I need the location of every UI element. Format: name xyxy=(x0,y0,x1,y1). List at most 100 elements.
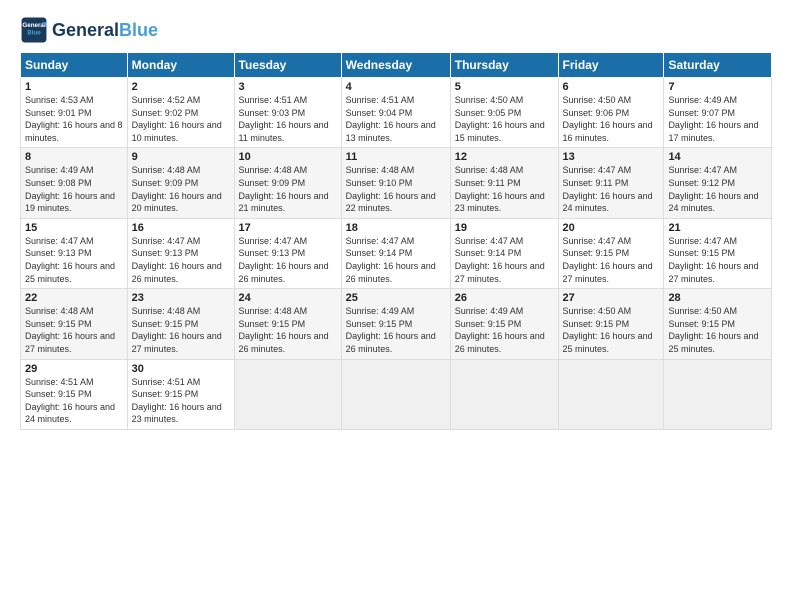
calendar-week-row: 15Sunrise: 4:47 AMSunset: 9:13 PMDayligh… xyxy=(21,218,772,288)
day-info: Sunrise: 4:47 AMSunset: 9:11 PMDaylight:… xyxy=(563,164,660,214)
day-info: Sunrise: 4:48 AMSunset: 9:10 PMDaylight:… xyxy=(346,164,446,214)
calendar-cell: 10Sunrise: 4:48 AMSunset: 9:09 PMDayligh… xyxy=(234,148,341,218)
calendar-cell: 12Sunrise: 4:48 AMSunset: 9:11 PMDayligh… xyxy=(450,148,558,218)
day-info: Sunrise: 4:47 AMSunset: 9:12 PMDaylight:… xyxy=(668,164,767,214)
calendar-week-row: 29Sunrise: 4:51 AMSunset: 9:15 PMDayligh… xyxy=(21,359,772,429)
calendar-cell: 17Sunrise: 4:47 AMSunset: 9:13 PMDayligh… xyxy=(234,218,341,288)
day-info: Sunrise: 4:53 AMSunset: 9:01 PMDaylight:… xyxy=(25,94,123,144)
calendar-cell xyxy=(558,359,664,429)
day-info: Sunrise: 4:50 AMSunset: 9:06 PMDaylight:… xyxy=(563,94,660,144)
calendar-cell: 30Sunrise: 4:51 AMSunset: 9:15 PMDayligh… xyxy=(127,359,234,429)
day-number: 10 xyxy=(239,151,337,163)
calendar-week-row: 8Sunrise: 4:49 AMSunset: 9:08 PMDaylight… xyxy=(21,148,772,218)
day-number: 2 xyxy=(132,81,230,93)
calendar-cell: 24Sunrise: 4:48 AMSunset: 9:15 PMDayligh… xyxy=(234,289,341,359)
day-number: 5 xyxy=(455,81,554,93)
day-number: 29 xyxy=(25,363,123,375)
calendar-header-row: SundayMondayTuesdayWednesdayThursdayFrid… xyxy=(21,53,772,78)
day-number: 17 xyxy=(239,222,337,234)
calendar-cell: 28Sunrise: 4:50 AMSunset: 9:15 PMDayligh… xyxy=(664,289,772,359)
calendar-cell: 2Sunrise: 4:52 AMSunset: 9:02 PMDaylight… xyxy=(127,78,234,148)
day-info: Sunrise: 4:50 AMSunset: 9:15 PMDaylight:… xyxy=(668,305,767,355)
weekday-header: Sunday xyxy=(21,53,128,78)
day-number: 27 xyxy=(563,292,660,304)
weekday-header: Monday xyxy=(127,53,234,78)
calendar-cell: 22Sunrise: 4:48 AMSunset: 9:15 PMDayligh… xyxy=(21,289,128,359)
weekday-header: Saturday xyxy=(664,53,772,78)
day-number: 15 xyxy=(25,222,123,234)
day-number: 1 xyxy=(25,81,123,93)
calendar-cell: 27Sunrise: 4:50 AMSunset: 9:15 PMDayligh… xyxy=(558,289,664,359)
page: General Blue GeneralBlue SundayMondayTue… xyxy=(0,0,792,612)
day-info: Sunrise: 4:47 AMSunset: 9:15 PMDaylight:… xyxy=(563,235,660,285)
logo-icon: General Blue xyxy=(20,16,48,44)
day-info: Sunrise: 4:48 AMSunset: 9:15 PMDaylight:… xyxy=(132,305,230,355)
svg-text:Blue: Blue xyxy=(27,30,41,37)
calendar-cell: 11Sunrise: 4:48 AMSunset: 9:10 PMDayligh… xyxy=(341,148,450,218)
day-number: 12 xyxy=(455,151,554,163)
day-number: 21 xyxy=(668,222,767,234)
day-info: Sunrise: 4:50 AMSunset: 9:15 PMDaylight:… xyxy=(563,305,660,355)
day-info: Sunrise: 4:49 AMSunset: 9:15 PMDaylight:… xyxy=(346,305,446,355)
day-number: 26 xyxy=(455,292,554,304)
logo: General Blue GeneralBlue xyxy=(20,16,158,44)
calendar-table: SundayMondayTuesdayWednesdayThursdayFrid… xyxy=(20,52,772,430)
day-number: 18 xyxy=(346,222,446,234)
calendar-cell xyxy=(664,359,772,429)
day-info: Sunrise: 4:50 AMSunset: 9:05 PMDaylight:… xyxy=(455,94,554,144)
day-info: Sunrise: 4:47 AMSunset: 9:15 PMDaylight:… xyxy=(668,235,767,285)
day-number: 11 xyxy=(346,151,446,163)
day-info: Sunrise: 4:47 AMSunset: 9:13 PMDaylight:… xyxy=(132,235,230,285)
day-number: 25 xyxy=(346,292,446,304)
day-info: Sunrise: 4:47 AMSunset: 9:14 PMDaylight:… xyxy=(346,235,446,285)
day-number: 20 xyxy=(563,222,660,234)
svg-text:General: General xyxy=(22,22,45,29)
weekday-header: Friday xyxy=(558,53,664,78)
weekday-header: Thursday xyxy=(450,53,558,78)
calendar-cell: 14Sunrise: 4:47 AMSunset: 9:12 PMDayligh… xyxy=(664,148,772,218)
day-number: 22 xyxy=(25,292,123,304)
calendar-cell xyxy=(234,359,341,429)
calendar-cell: 15Sunrise: 4:47 AMSunset: 9:13 PMDayligh… xyxy=(21,218,128,288)
day-number: 13 xyxy=(563,151,660,163)
calendar-cell: 9Sunrise: 4:48 AMSunset: 9:09 PMDaylight… xyxy=(127,148,234,218)
day-info: Sunrise: 4:47 AMSunset: 9:13 PMDaylight:… xyxy=(239,235,337,285)
calendar-cell: 6Sunrise: 4:50 AMSunset: 9:06 PMDaylight… xyxy=(558,78,664,148)
day-info: Sunrise: 4:49 AMSunset: 9:08 PMDaylight:… xyxy=(25,164,123,214)
day-info: Sunrise: 4:47 AMSunset: 9:13 PMDaylight:… xyxy=(25,235,123,285)
calendar-cell: 23Sunrise: 4:48 AMSunset: 9:15 PMDayligh… xyxy=(127,289,234,359)
day-info: Sunrise: 4:51 AMSunset: 9:04 PMDaylight:… xyxy=(346,94,446,144)
calendar-cell: 16Sunrise: 4:47 AMSunset: 9:13 PMDayligh… xyxy=(127,218,234,288)
day-number: 23 xyxy=(132,292,230,304)
calendar-cell: 7Sunrise: 4:49 AMSunset: 9:07 PMDaylight… xyxy=(664,78,772,148)
day-number: 24 xyxy=(239,292,337,304)
day-number: 30 xyxy=(132,363,230,375)
day-info: Sunrise: 4:49 AMSunset: 9:07 PMDaylight:… xyxy=(668,94,767,144)
day-number: 4 xyxy=(346,81,446,93)
day-info: Sunrise: 4:47 AMSunset: 9:14 PMDaylight:… xyxy=(455,235,554,285)
day-number: 6 xyxy=(563,81,660,93)
day-info: Sunrise: 4:51 AMSunset: 9:15 PMDaylight:… xyxy=(25,376,123,426)
calendar-cell: 25Sunrise: 4:49 AMSunset: 9:15 PMDayligh… xyxy=(341,289,450,359)
calendar-cell xyxy=(450,359,558,429)
day-number: 8 xyxy=(25,151,123,163)
calendar-cell: 29Sunrise: 4:51 AMSunset: 9:15 PMDayligh… xyxy=(21,359,128,429)
calendar-cell: 21Sunrise: 4:47 AMSunset: 9:15 PMDayligh… xyxy=(664,218,772,288)
day-number: 9 xyxy=(132,151,230,163)
day-info: Sunrise: 4:48 AMSunset: 9:15 PMDaylight:… xyxy=(239,305,337,355)
calendar-cell: 8Sunrise: 4:49 AMSunset: 9:08 PMDaylight… xyxy=(21,148,128,218)
calendar-cell: 13Sunrise: 4:47 AMSunset: 9:11 PMDayligh… xyxy=(558,148,664,218)
day-number: 3 xyxy=(239,81,337,93)
calendar-cell: 19Sunrise: 4:47 AMSunset: 9:14 PMDayligh… xyxy=(450,218,558,288)
day-info: Sunrise: 4:51 AMSunset: 9:03 PMDaylight:… xyxy=(239,94,337,144)
day-number: 14 xyxy=(668,151,767,163)
day-number: 16 xyxy=(132,222,230,234)
day-number: 28 xyxy=(668,292,767,304)
calendar-cell: 20Sunrise: 4:47 AMSunset: 9:15 PMDayligh… xyxy=(558,218,664,288)
day-number: 7 xyxy=(668,81,767,93)
calendar-cell xyxy=(341,359,450,429)
day-info: Sunrise: 4:49 AMSunset: 9:15 PMDaylight:… xyxy=(455,305,554,355)
day-number: 19 xyxy=(455,222,554,234)
day-info: Sunrise: 4:51 AMSunset: 9:15 PMDaylight:… xyxy=(132,376,230,426)
calendar-week-row: 22 Sunrise: 4:48 AMSunset: 9:15 PMDayligh… xyxy=(21,289,772,359)
